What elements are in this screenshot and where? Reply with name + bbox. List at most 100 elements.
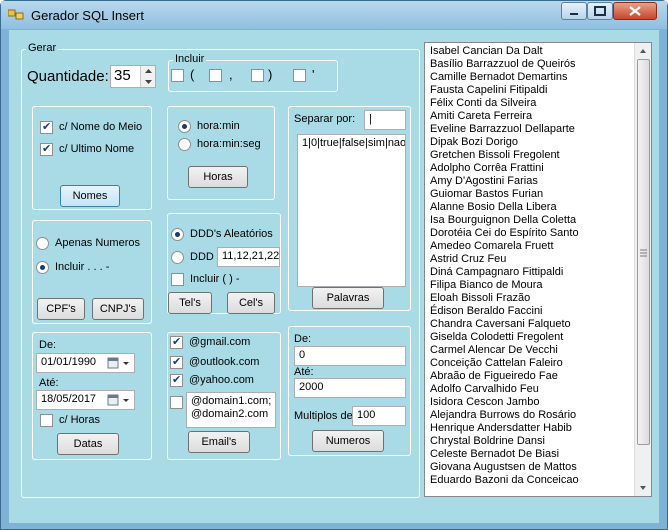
list-item[interactable]: Dorotéia Cei do Espírito Santo <box>427 227 631 240</box>
results-list: Isabel Cancian Da Dalt Basílio Barrazzuol… <box>427 45 631 487</box>
custom-domain-checkbox[interactable] <box>170 396 183 409</box>
ddd-aleatorios-label: DDD's Aleatórios <box>190 228 273 240</box>
numeros-button[interactable]: Numeros <box>312 430 384 452</box>
list-item[interactable]: Alejandra Burrows do Rosário <box>427 409 631 422</box>
separar-input[interactable]: | <box>364 110 406 130</box>
close-icon <box>629 6 641 16</box>
numero-ate-input[interactable]: 2000 <box>294 378 406 398</box>
incluir-telefone-label: Incluir ( ) - <box>190 273 240 285</box>
spin-down-icon[interactable] <box>141 77 156 87</box>
list-item[interactable]: Diná Campagnaro Fittipaldi <box>427 266 631 279</box>
list-item[interactable]: Camille Bernadot Demartins <box>427 71 631 84</box>
maximize-button[interactable] <box>587 2 613 20</box>
spin-up-icon[interactable] <box>141 66 156 76</box>
tel-button[interactable]: Tel's <box>168 292 212 314</box>
list-item[interactable]: Chrystal Boldrine Dansi <box>427 435 631 448</box>
palavras-textarea[interactable]: 1|0|true|false|sim|nao <box>297 134 406 287</box>
list-item[interactable]: Alanne Bosio Della Libera <box>427 201 631 214</box>
list-item[interactable]: Félix Conti da Silveira <box>427 97 631 110</box>
datas-button[interactable]: Datas <box>57 433 119 455</box>
ddd-input[interactable]: 11,12,21,22 <box>217 247 280 267</box>
close-button[interactable] <box>613 2 657 20</box>
list-item[interactable]: Isidora Cescon Jambo <box>427 396 631 409</box>
hora-min-seg-radio[interactable] <box>178 138 191 151</box>
outlook-checkbox[interactable] <box>170 355 183 369</box>
results-scrollbar[interactable] <box>634 43 651 496</box>
cel-button[interactable]: Cel's <box>227 292 275 314</box>
incluir-pontuacao-radio[interactable] <box>36 261 49 274</box>
horas-button[interactable]: Horas <box>188 166 248 188</box>
list-item[interactable]: Isa Bourguignon Della Coletta <box>427 214 631 227</box>
list-item[interactable]: Basílio Barrazzuol de Queirós <box>427 58 631 71</box>
list-item[interactable]: Giselda Colodetti Fregolent <box>427 331 631 344</box>
palavras-button[interactable]: Palavras <box>312 287 384 309</box>
incluir-open-paren-checkbox[interactable] <box>171 69 184 82</box>
cnpj-button[interactable]: CNPJ's <box>92 298 144 320</box>
scroll-up-icon[interactable] <box>635 43 651 59</box>
outlook-label: @outlook.com <box>189 356 260 368</box>
list-item[interactable]: Abraão de Figueiredo Fae <box>427 370 631 383</box>
list-item[interactable]: Conceição Cattelan Faleiro <box>427 357 631 370</box>
list-item[interactable]: Eveline Barrazzuol Dellaparte <box>427 123 631 136</box>
list-item[interactable]: Carmel Alencar De Vecchi <box>427 344 631 357</box>
list-item[interactable]: Eduardo Bazoni da Conceicao <box>427 474 631 487</box>
list-item[interactable]: Isabel Cancian Da Dalt <box>427 45 631 58</box>
app-icon <box>8 9 24 20</box>
nomes-button[interactable]: Nomes <box>60 185 120 207</box>
emails-button[interactable]: Email's <box>188 431 250 453</box>
list-item[interactable]: Chandra Caversani Falqueto <box>427 318 631 331</box>
list-item[interactable]: Gretchen Bissoli Fregolent <box>427 149 631 162</box>
apenas-numeros-label: Apenas Numeros <box>55 237 140 249</box>
incluir-close-paren-checkbox[interactable] <box>251 69 264 82</box>
list-item[interactable]: Amy D'Agostini Farias <box>427 175 631 188</box>
list-item[interactable]: Henrique Andersdatter Habib <box>427 422 631 435</box>
apenas-numeros-radio[interactable] <box>36 237 49 250</box>
list-item[interactable]: Amedeo Comarela Fruett <box>427 240 631 253</box>
incluir-telefone-checkbox[interactable] <box>171 273 184 286</box>
list-item[interactable]: Amiti Careta Ferreira <box>427 110 631 123</box>
list-item[interactable]: Fausta Capelini Fitipaldi <box>427 84 631 97</box>
calendar-icon[interactable] <box>107 393 133 407</box>
palavras-value: 1|0|true|false|sim|nao <box>302 137 406 149</box>
nome-meio-checkbox[interactable] <box>40 120 53 134</box>
incluir-comma-label: , <box>229 67 233 82</box>
com-horas-checkbox[interactable] <box>40 414 53 427</box>
scrollbar-thumb[interactable] <box>637 59 650 445</box>
ddd-custom-radio[interactable] <box>171 251 184 264</box>
gmail-checkbox[interactable] <box>170 335 183 349</box>
list-item[interactable]: Giovana Augustsen de Mattos <box>427 461 631 474</box>
ddd-value: 11,12,21,22 <box>222 250 280 262</box>
data-ate-value: 18/05/2017 <box>41 393 97 405</box>
multiplos-input[interactable]: 100 <box>352 406 406 426</box>
yahoo-checkbox[interactable] <box>170 373 183 387</box>
hora-min-radio[interactable] <box>178 120 191 133</box>
list-item[interactable]: Édison Beraldo Faccini <box>427 305 631 318</box>
results-listbox[interactable]: Isabel Cancian Da Dalt Basílio Barrazzuol… <box>424 42 652 497</box>
data-ate-label: Até: <box>39 377 59 389</box>
list-item[interactable]: Astrid Cruz Feu <box>427 253 631 266</box>
minimize-button[interactable] <box>561 2 587 20</box>
calendar-icon[interactable] <box>107 356 133 370</box>
incluir-quote-label: ' <box>312 67 315 82</box>
list-item[interactable]: Adolfo Carvalhido Feu <box>427 383 631 396</box>
list-item[interactable]: Adolpho Corrêa Frattini <box>427 162 631 175</box>
cpf-button[interactable]: CPF's <box>37 298 85 320</box>
quantidade-spinner[interactable] <box>140 66 155 87</box>
ultimo-nome-checkbox[interactable] <box>40 142 53 156</box>
list-item[interactable]: Celeste Bernadot De Biasi <box>427 448 631 461</box>
list-item[interactable]: Guiomar Bastos Furian <box>427 188 631 201</box>
custom-domain-input[interactable]: @domain1.com; @domain2.com <box>186 392 276 428</box>
quantidade-value: 35 <box>114 67 131 84</box>
data-de-value: 01/01/1990 <box>41 356 97 368</box>
list-item[interactable]: Dipak Bozi Dorigo <box>427 136 631 149</box>
list-item[interactable]: Eloah Bissoli Frazão <box>427 292 631 305</box>
incluir-pontuacao-label: Incluir . . . - <box>55 261 110 273</box>
numero-ate-label: Até: <box>294 366 314 378</box>
numero-de-input[interactable]: 0 <box>294 346 406 366</box>
yahoo-label: @yahoo.com <box>189 374 254 386</box>
ddd-aleatorios-radio[interactable] <box>171 228 184 241</box>
scroll-down-icon[interactable] <box>635 480 651 496</box>
incluir-comma-checkbox[interactable] <box>209 69 222 82</box>
incluir-quote-checkbox[interactable] <box>293 69 306 82</box>
list-item[interactable]: Filipa Bianco de Moura <box>427 279 631 292</box>
